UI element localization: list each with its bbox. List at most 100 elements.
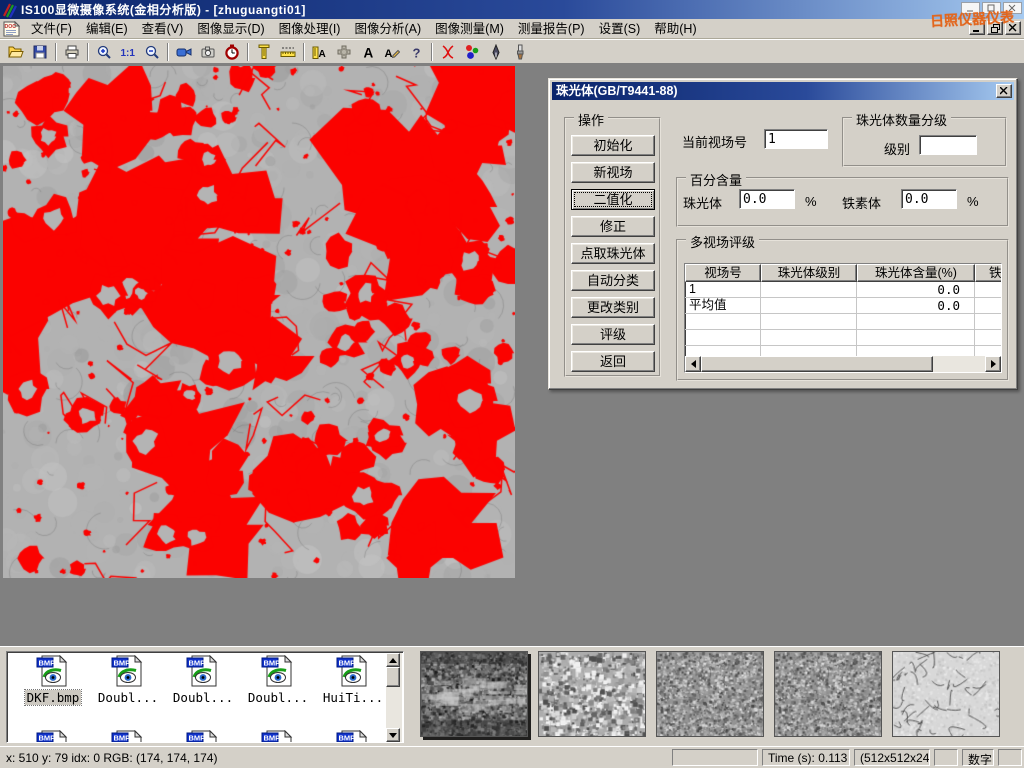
op-button-5[interactable]: 点取珠光体 <box>571 243 655 264</box>
file-item[interactable]: BMPDoubl... <box>242 655 314 705</box>
table-row[interactable] <box>685 314 1001 330</box>
menu-item[interactable]: 查看(V) <box>135 19 191 39</box>
menu-item[interactable]: 设置(S) <box>592 19 648 39</box>
metallograph-image[interactable] <box>3 66 515 578</box>
table-column-header[interactable]: 珠光体含量(%) <box>857 264 975 282</box>
scroll-left-icon[interactable] <box>685 356 701 372</box>
file-item[interactable]: BMP <box>17 730 89 743</box>
menu-item[interactable]: 图像显示(D) <box>190 19 271 39</box>
merge-cross-icon[interactable] <box>332 41 356 63</box>
file-item[interactable]: BMP DKF.bmp <box>17 655 89 705</box>
file-item[interactable]: BMPDoubl... <box>167 655 239 705</box>
file-item[interactable]: BMP <box>167 730 239 743</box>
svg-text:BMP: BMP <box>189 659 206 668</box>
thumbnail-image[interactable] <box>420 651 528 737</box>
window-close-button[interactable] <box>1003 2 1022 14</box>
save-icon[interactable] <box>28 41 52 63</box>
spline-tool-icon[interactable] <box>436 41 460 63</box>
menu-item[interactable]: 编辑(E) <box>79 19 135 39</box>
op-button-1[interactable]: 初始化 <box>571 135 655 156</box>
current-field-input[interactable] <box>764 129 828 149</box>
pearlite-percent-input[interactable] <box>739 189 795 209</box>
document-icon: DOC <box>3 21 20 37</box>
file-item[interactable]: BMP <box>92 730 164 743</box>
file-name: HuiTi... <box>321 690 385 705</box>
zoom-in-icon[interactable] <box>92 41 116 63</box>
brush-tool-icon[interactable] <box>508 41 532 63</box>
timer-icon[interactable] <box>220 41 244 63</box>
ferrite-percent-label: 铁素体 <box>842 193 881 212</box>
table-column-header[interactable]: 铁素体含量(%) <box>975 264 1002 282</box>
svg-text:BMP: BMP <box>114 734 131 743</box>
menu-item[interactable]: 图像测量(M) <box>428 19 511 39</box>
thumbnail-image[interactable] <box>538 651 646 737</box>
actual-size-icon[interactable]: 1:1 <box>116 41 140 63</box>
thumbnail-image[interactable] <box>892 651 1000 737</box>
zoom-out-icon[interactable] <box>140 41 164 63</box>
video-capture-icon[interactable] <box>172 41 196 63</box>
window-restore-button[interactable] <box>982 2 1001 14</box>
table-cell <box>975 298 1002 314</box>
pen-tool-icon[interactable] <box>484 41 508 63</box>
svg-text:BMP: BMP <box>39 659 56 668</box>
file-item[interactable]: BMP <box>242 730 314 743</box>
file-item[interactable]: BMP <box>317 730 389 743</box>
table-row[interactable]: 10.0 <box>685 282 1001 298</box>
thumbnail-image[interactable] <box>774 651 882 737</box>
scroll-right-icon[interactable] <box>985 356 1001 372</box>
table-hscrollbar[interactable] <box>685 356 1001 372</box>
annotate-text-icon[interactable]: A <box>380 41 404 63</box>
op-button-8[interactable]: 评级 <box>571 324 655 345</box>
current-field-label: 当前视场号 <box>682 132 747 151</box>
file-item[interactable]: BMP HuiTi... <box>317 655 389 705</box>
open-file-icon[interactable] <box>4 41 28 63</box>
op-button-3[interactable]: 二值化 <box>571 189 655 210</box>
table-column-header[interactable]: 视场号 <box>685 264 761 282</box>
status-time: Time (s): 0.113 <box>762 749 850 766</box>
op-button-4[interactable]: 修正 <box>571 216 655 237</box>
svg-text:BMP: BMP <box>339 659 356 668</box>
op-button-2[interactable]: 新视场 <box>571 162 655 183</box>
grade-input[interactable] <box>919 135 977 155</box>
menu-item[interactable]: 图像处理(I) <box>272 19 348 39</box>
table-column-header[interactable]: 珠光体级别 <box>761 264 857 282</box>
text-tool-icon[interactable]: A <box>356 41 380 63</box>
ferrite-percent-input[interactable] <box>901 189 957 209</box>
file-list[interactable]: BMPDKF.bmpBMPBMPDoubl...BMPBMPDoubl...BM… <box>6 651 404 743</box>
menu-item[interactable]: 文件(F) <box>24 19 79 39</box>
rating-table[interactable]: 视场号珠光体级别珠光体含量(%)铁素体含量(%) 10.0平均值0.0 <box>684 263 1002 373</box>
op-button-6[interactable]: 自动分类 <box>571 270 655 291</box>
menu-item[interactable]: 图像分析(A) <box>347 19 428 39</box>
op-button-9[interactable]: 返回 <box>571 351 655 372</box>
table-row[interactable] <box>685 330 1001 346</box>
ruler-icon[interactable] <box>276 41 300 63</box>
dialog-close-icon[interactable] <box>996 84 1012 98</box>
svg-text:1:1: 1:1 <box>121 48 136 59</box>
measure-scale-icon[interactable]: A <box>308 41 332 63</box>
rating-group-label: 多视场评级 <box>686 232 759 251</box>
svg-text:A: A <box>385 48 393 60</box>
file-name: DKF.bmp <box>25 690 82 705</box>
count-particles-icon[interactable] <box>460 41 484 63</box>
help-icon[interactable]: ? <box>404 41 428 63</box>
thumbnail-image[interactable] <box>656 651 764 737</box>
scrollbar-thumb[interactable] <box>701 356 933 372</box>
table-cell <box>761 298 857 314</box>
mdi-restore-button[interactable] <box>987 21 1003 35</box>
mdi-close-button[interactable] <box>1005 21 1021 35</box>
print-icon[interactable] <box>60 41 84 63</box>
svg-text:BMP: BMP <box>339 734 356 743</box>
caliper-icon[interactable] <box>252 41 276 63</box>
mdi-minimize-button[interactable] <box>969 21 985 35</box>
dialog-title-bar[interactable]: 珠光体(GB/T9441-88) <box>552 82 1014 100</box>
photo-capture-icon[interactable] <box>196 41 220 63</box>
op-button-7[interactable]: 更改类别 <box>571 297 655 318</box>
toolbar-separator <box>431 43 433 61</box>
table-row[interactable]: 平均值0.0 <box>685 298 1001 314</box>
menu-item[interactable]: 测量报告(P) <box>511 19 592 39</box>
file-item[interactable]: BMPDoubl... <box>92 655 164 705</box>
pearlite-percent-label: 珠光体 <box>683 193 722 212</box>
menu-item[interactable]: 帮助(H) <box>647 19 703 39</box>
window-minimize-button[interactable] <box>961 2 980 14</box>
bmp-file-icon: BMP <box>261 676 295 690</box>
